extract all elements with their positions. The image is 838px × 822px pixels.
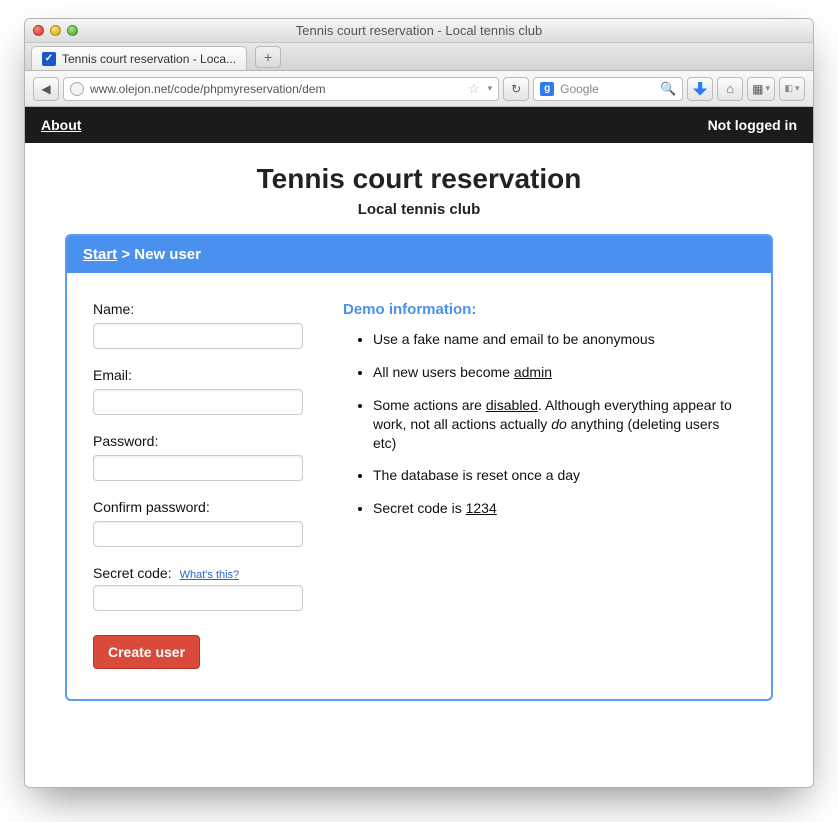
chevron-down-icon: ▾ (765, 83, 770, 94)
star-icon[interactable]: ☆ (468, 81, 480, 97)
browser-toolbar: ◀ www.olejon.net/code/phpmyreservation/d… (25, 71, 813, 107)
page-header: Tennis court reservation Local tennis cl… (25, 163, 813, 218)
tab-label: Tennis court reservation - Loca... (62, 52, 236, 66)
page-subtitle: Local tennis club (25, 201, 813, 218)
home-icon: ⌂ (726, 81, 734, 96)
share-icon: ◧ (784, 83, 793, 94)
favicon-icon: ✓ (42, 52, 56, 66)
downloads-button[interactable] (687, 77, 713, 101)
info-heading: Demo information: (343, 301, 745, 318)
field-name: Name: (93, 301, 313, 349)
email-label: Email: (93, 367, 132, 383)
search-box[interactable]: g Google 🔍 (533, 77, 683, 101)
secret-code-input[interactable] (93, 585, 303, 611)
field-secret: Secret code: What's this? (93, 565, 313, 611)
window-titlebar: Tennis court reservation - Local tennis … (25, 19, 813, 43)
back-button[interactable]: ◀ (33, 77, 59, 101)
search-placeholder: Google (560, 82, 654, 96)
page-content: About Not logged in Tennis court reserva… (25, 107, 813, 787)
password-input[interactable] (93, 455, 303, 481)
browser-tab[interactable]: ✓ Tennis court reservation - Loca... (31, 46, 247, 70)
home-button[interactable]: ⌂ (717, 77, 743, 101)
minimize-window-button[interactable] (50, 25, 61, 36)
tab-bar: ✓ Tennis court reservation - Loca... + (25, 43, 813, 71)
list-item: Use a fake name and email to be anonymou… (373, 330, 745, 349)
bookmarks-icon: ▦ (752, 82, 763, 96)
download-icon (693, 82, 707, 96)
bookmarks-button[interactable]: ▦▾ (747, 77, 775, 101)
globe-icon (70, 82, 84, 96)
back-icon: ◀ (41, 82, 50, 96)
app-topbar: About Not logged in (25, 107, 813, 143)
close-window-button[interactable] (33, 25, 44, 36)
info-list: Use a fake name and email to be anonymou… (343, 330, 745, 518)
url-text: www.olejon.net/code/phpmyreservation/dem (90, 82, 462, 96)
chevron-down-icon: ▾ (795, 83, 800, 94)
page-title: Tennis court reservation (25, 163, 813, 195)
field-password: Password: (93, 433, 313, 481)
traffic-lights (33, 25, 78, 36)
create-user-button[interactable]: Create user (93, 635, 200, 669)
field-email: Email: (93, 367, 313, 415)
email-input[interactable] (93, 389, 303, 415)
share-button[interactable]: ◧▾ (779, 77, 805, 101)
breadcrumb-start-link[interactable]: Start (83, 246, 117, 263)
info-column: Demo information: Use a fake name and em… (343, 301, 745, 669)
login-status: Not logged in (708, 117, 797, 133)
breadcrumb-sep: > (117, 246, 134, 263)
zoom-window-button[interactable] (67, 25, 78, 36)
confirm-password-input[interactable] (93, 521, 303, 547)
breadcrumb-current: New user (134, 246, 201, 263)
confirm-label: Confirm password: (93, 499, 210, 515)
browser-window: Tennis court reservation - Local tennis … (24, 18, 814, 788)
search-icon[interactable]: 🔍 (660, 81, 676, 97)
form-column: Name: Email: Password: Confirm password: (93, 301, 313, 669)
about-link[interactable]: About (41, 117, 81, 133)
card-body: Name: Email: Password: Confirm password: (67, 273, 771, 699)
new-tab-button[interactable]: + (255, 46, 281, 68)
list-item: Secret code is 1234 (373, 499, 745, 518)
google-icon: g (540, 82, 554, 96)
secret-label: Secret code: (93, 565, 172, 581)
field-confirm: Confirm password: (93, 499, 313, 547)
history-dropdown-icon[interactable]: ▾ (488, 83, 493, 94)
whats-this-link[interactable]: What's this? (180, 569, 240, 581)
name-label: Name: (93, 301, 134, 317)
url-bar[interactable]: www.olejon.net/code/phpmyreservation/dem… (63, 77, 499, 101)
reload-icon: ↻ (511, 82, 521, 96)
reload-button[interactable]: ↻ (503, 77, 529, 101)
list-item: All new users become admin (373, 363, 745, 382)
list-item: The database is reset once a day (373, 466, 745, 485)
list-item: Some actions are disabled. Although ever… (373, 396, 745, 453)
main-card: Start > New user Name: Email: Password: (65, 234, 773, 701)
breadcrumb: Start > New user (67, 236, 771, 273)
name-input[interactable] (93, 323, 303, 349)
window-title: Tennis court reservation - Local tennis … (25, 23, 813, 38)
password-label: Password: (93, 433, 158, 449)
